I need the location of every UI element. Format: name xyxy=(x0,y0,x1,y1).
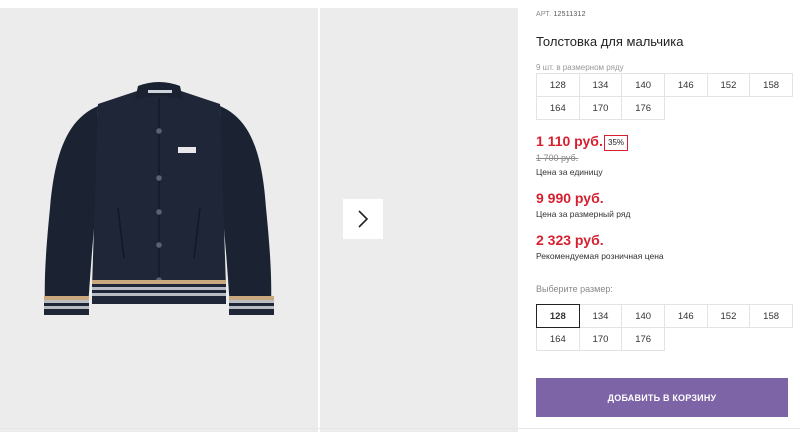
product-gallery xyxy=(0,8,518,432)
size-row-note: 9 шт. в размерном ряду xyxy=(536,63,624,72)
article-number: 12511312 xyxy=(553,11,586,18)
size-row-cell: 170 xyxy=(578,96,623,120)
discount-badge: 35% xyxy=(604,135,629,151)
size-selector: 128 134 140 146 152 158 164 170 176 xyxy=(536,304,793,351)
jacket-image xyxy=(44,82,274,315)
size-row-cell: 152 xyxy=(706,73,751,97)
size-row-cell: 134 xyxy=(578,73,623,97)
size-option[interactable]: 176 xyxy=(621,327,665,351)
size-option[interactable]: 170 xyxy=(578,327,623,351)
size-option[interactable]: 158 xyxy=(749,304,793,328)
product-title: Толстовка для мальчика xyxy=(536,34,684,49)
size-option[interactable]: 140 xyxy=(621,304,665,328)
retail-price: 2 323 руб. xyxy=(536,232,604,248)
size-option[interactable]: 134 xyxy=(578,304,623,328)
size-option-selected[interactable]: 128 xyxy=(536,304,580,328)
size-row-cell: 176 xyxy=(621,96,665,120)
size-row-cell: 164 xyxy=(536,96,580,120)
size-option[interactable]: 146 xyxy=(663,304,708,328)
size-row-cell: 158 xyxy=(749,73,793,97)
size-row-table: 128 134 140 146 152 158 164 170 176 xyxy=(536,73,793,120)
article-label: АРТ. xyxy=(536,11,552,18)
divider xyxy=(0,428,800,429)
size-row-cell: 146 xyxy=(663,73,708,97)
size-option[interactable]: 164 xyxy=(536,327,580,351)
chevron-right-icon xyxy=(358,210,369,228)
size-row-cell: 128 xyxy=(536,73,580,97)
old-price: 1 700 руб. xyxy=(536,153,579,163)
size-row-cell: 140 xyxy=(621,73,665,97)
next-image-button[interactable] xyxy=(343,199,383,239)
choose-size-label: Выберите размер: xyxy=(536,284,613,294)
unit-price-caption: Цена за единицу xyxy=(536,167,603,177)
unit-price: 1 110 руб. xyxy=(536,133,603,149)
retail-price-caption: Рекомендуемая розничная цена xyxy=(536,251,664,261)
row-price: 9 990 руб. xyxy=(536,190,604,206)
row-price-caption: Цена за размерный ряд xyxy=(536,209,631,219)
size-option[interactable]: 152 xyxy=(706,304,751,328)
add-to-cart-button[interactable]: ДОБАВИТЬ В КОРЗИНУ xyxy=(536,378,788,417)
article-code: АРТ. 12511312 xyxy=(536,11,586,18)
product-photo[interactable] xyxy=(0,8,318,432)
